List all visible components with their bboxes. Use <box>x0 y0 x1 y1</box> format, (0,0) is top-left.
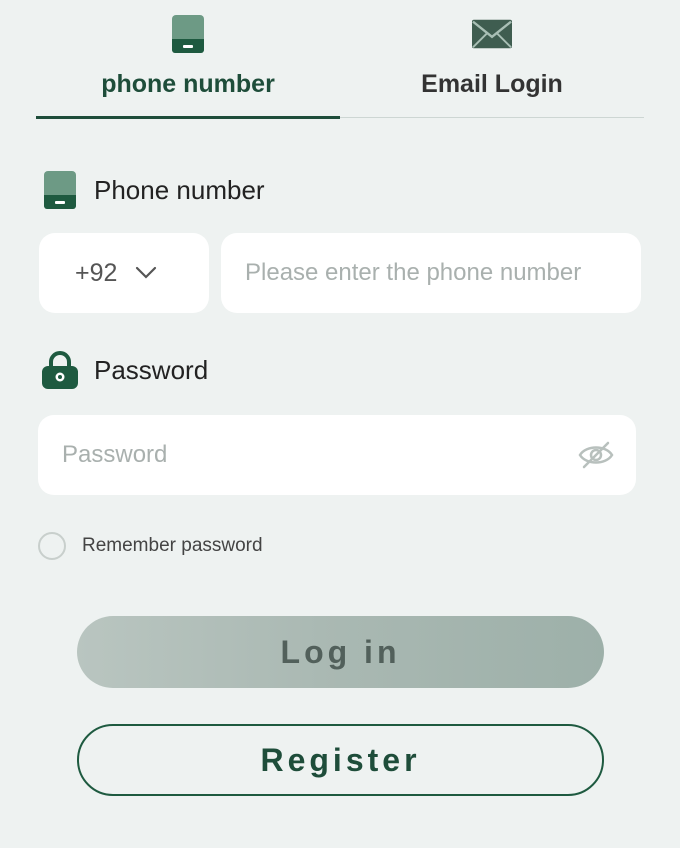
remember-password-radio[interactable] <box>38 532 66 560</box>
login-button[interactable]: Log in <box>77 616 604 688</box>
tab-phone-number[interactable]: phone number <box>36 0 340 119</box>
tab-label: Email Login <box>421 70 563 98</box>
phone-number-input[interactable] <box>221 233 641 313</box>
lock-icon <box>40 350 80 390</box>
phone-icon <box>40 170 80 210</box>
phone-input-container <box>221 233 641 313</box>
remember-password-toggle[interactable]: Remember password <box>38 532 263 560</box>
tab-label: phone number <box>101 70 275 98</box>
register-button[interactable]: Register <box>77 724 604 796</box>
password-label: Password <box>40 350 208 390</box>
password-input-container <box>38 415 636 495</box>
password-label-text: Password <box>94 354 209 385</box>
phone-number-label-text: Phone number <box>94 174 265 205</box>
login-tabs: phone number Email Login <box>36 0 644 119</box>
country-code-select[interactable]: +92 <box>39 233 209 313</box>
mail-icon <box>472 14 512 54</box>
eye-off-icon[interactable] <box>578 439 614 471</box>
password-input[interactable] <box>38 415 636 495</box>
remember-password-label: Remember password <box>82 535 263 556</box>
phone-icon <box>168 14 208 54</box>
chevron-down-icon <box>135 266 157 285</box>
country-code-value: +92 <box>75 258 118 287</box>
phone-number-label: Phone number <box>40 170 265 210</box>
tab-email-login[interactable]: Email Login <box>340 0 644 117</box>
